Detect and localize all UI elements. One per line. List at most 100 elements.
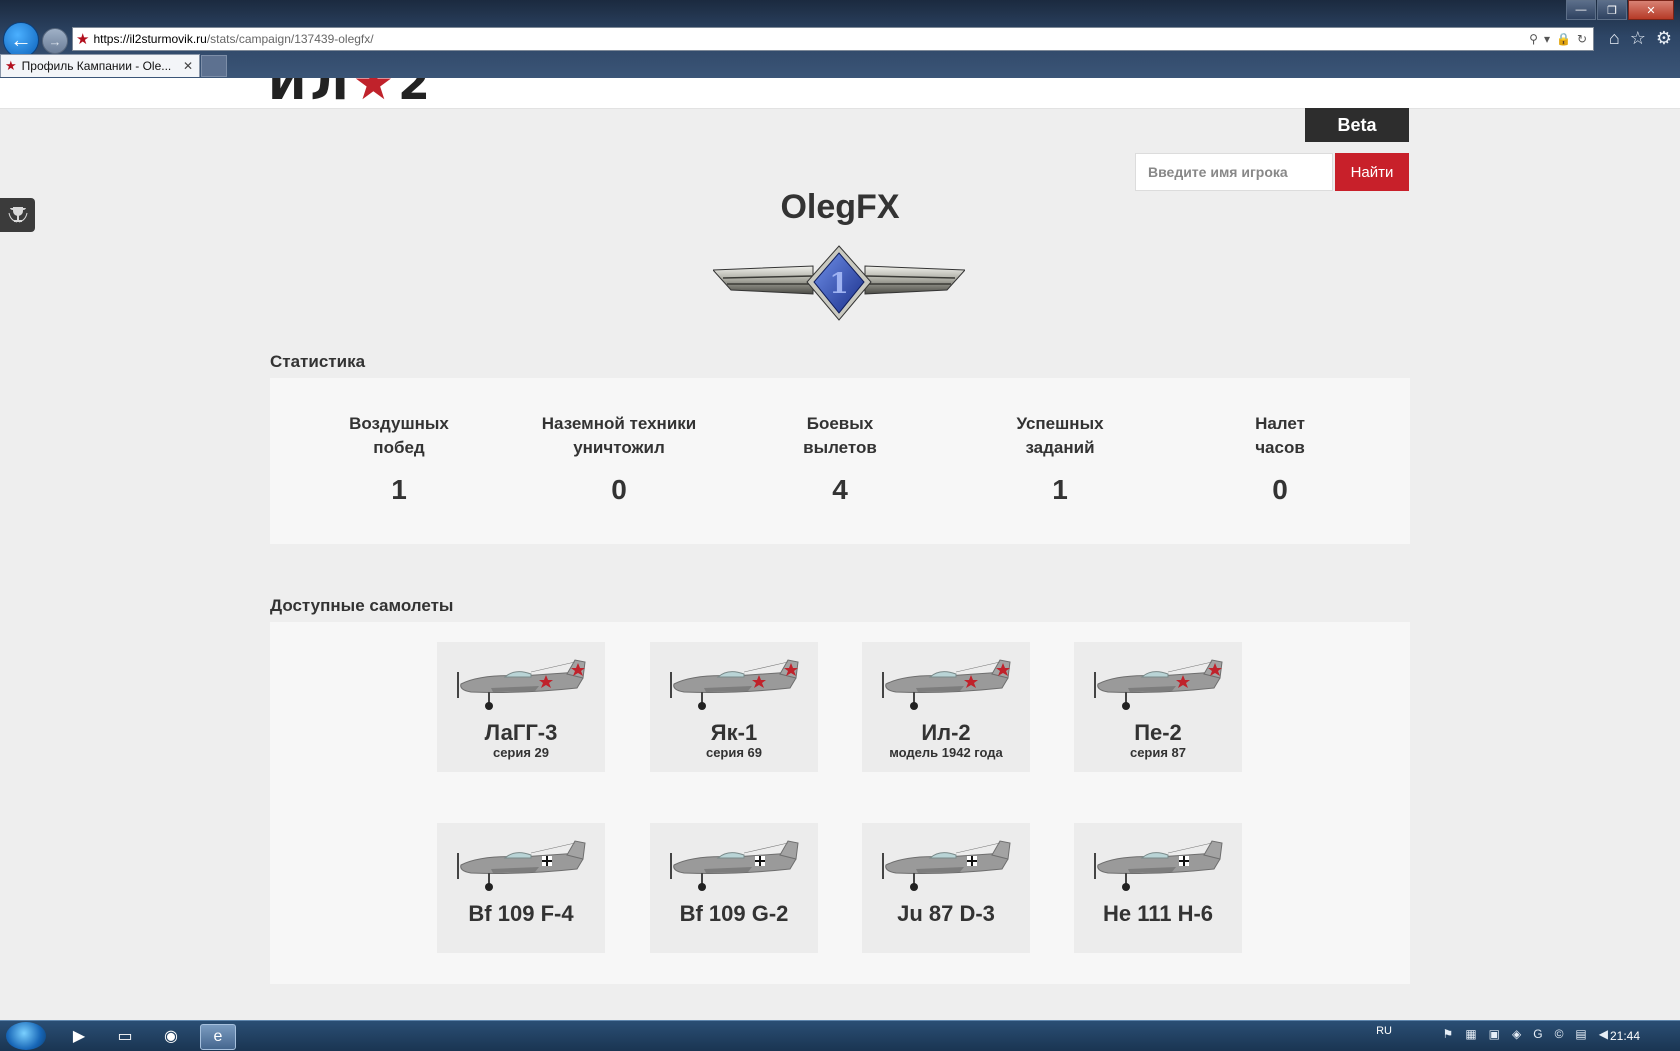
plane-card[interactable]: Bf 109 G-2	[650, 823, 818, 953]
browser-chrome: — ❐ ✕ ← → ★ https://il2sturmovik.ru/stat…	[0, 0, 1680, 80]
rank-number: 1	[829, 267, 848, 300]
landing-gear-wheel	[485, 883, 493, 891]
back-button[interactable]: ←	[3, 22, 39, 58]
landing-gear-wheel	[698, 883, 706, 891]
canopy-shape	[1140, 852, 1169, 859]
plane-card[interactable]: Пе-2 серия 87	[1074, 642, 1242, 772]
stat-label-line2: заданий	[1025, 438, 1095, 457]
browser-toolbar-icons: ⌂ ☆ ⚙	[1609, 28, 1672, 49]
plane-subtitle: серия 69	[705, 745, 763, 760]
stat-label-line1: Воздушных	[349, 414, 449, 433]
stat-label-line1: Боевых	[806, 414, 874, 433]
clock[interactable]: 21:44	[1610, 1029, 1640, 1043]
stat-label: Воздушных побед	[299, 412, 499, 460]
landing-gear-wheel	[910, 702, 918, 710]
address-url[interactable]: https://il2sturmovik.ru/stats/campaign/1…	[93, 32, 1529, 46]
stat-label: Налет часов	[1180, 412, 1380, 460]
nvidia-icon[interactable]: ◈	[1512, 1027, 1521, 1041]
planes-section-title: Доступные самолеты	[270, 596, 454, 615]
settings-gear-icon[interactable]: ⚙	[1656, 28, 1672, 49]
logo-text-right: 2	[397, 78, 434, 109]
stats-section-title: Статистика	[270, 352, 366, 371]
search-icon[interactable]: ⚲	[1529, 32, 1538, 46]
plane-card[interactable]: Bf 109 F-4	[437, 823, 605, 953]
maximize-button[interactable]: ❐	[1597, 0, 1627, 20]
logo-star-icon: ★	[352, 78, 398, 109]
plane-card[interactable]: Ju 87 D-3	[862, 823, 1030, 953]
minimize-button[interactable]: —	[1566, 0, 1596, 20]
new-tab-button[interactable]	[201, 55, 227, 77]
app-tray-icon[interactable]: ▣	[1489, 1027, 1500, 1041]
network-icon[interactable]: ▦	[1465, 1027, 1476, 1041]
url-path: /stats/campaign/137439-olegfx/	[206, 32, 374, 46]
propeller-shape	[670, 853, 672, 879]
plane-image	[882, 659, 1011, 710]
plane-name: He 111 H-6	[1102, 901, 1214, 926]
stat-value: 0	[1272, 474, 1288, 505]
tab-favicon-icon: ★	[5, 58, 17, 73]
home-icon[interactable]: ⌂	[1609, 28, 1620, 49]
stats-panel: Воздушных побед 1 Наземной техники уничтож…	[270, 378, 1410, 544]
canopy-shape	[1140, 671, 1169, 678]
file-explorer-icon[interactable]: ▭	[108, 1024, 142, 1048]
landing-gear-wheel	[485, 702, 493, 710]
close-window-button[interactable]: ✕	[1628, 0, 1674, 20]
stat-value: 1	[1052, 474, 1068, 505]
site-logo[interactable]: ИЛ★2	[268, 78, 434, 109]
landing-gear-wheel	[698, 702, 706, 710]
site-header: ИЛ★2	[0, 78, 1680, 109]
player-search-input[interactable]	[1135, 153, 1333, 191]
cross-insignia-horizontal	[967, 860, 977, 862]
plane-card[interactable]: ЛаГГ-3 серия 29	[437, 642, 605, 772]
favorites-star-icon[interactable]: ☆	[1630, 28, 1646, 49]
search-button[interactable]: Найти	[1335, 153, 1409, 191]
plane-card[interactable]: He 111 H-6	[1074, 823, 1242, 953]
cross-insignia-horizontal	[755, 860, 765, 862]
stat-label-line1: Наземной техники	[541, 414, 697, 433]
plane-card[interactable]: Ил-2 модель 1942 года	[862, 642, 1030, 772]
e-app-icon[interactable]: ©	[1555, 1027, 1564, 1041]
dropdown-icon[interactable]: ▾	[1544, 32, 1550, 46]
stat-label-line2: побед	[373, 438, 425, 457]
stat-label-line2: уничтожил	[573, 438, 665, 457]
media-player-icon[interactable]: ▶	[62, 1024, 96, 1048]
back-arrow-icon: ←	[10, 27, 32, 52]
logo-text-left: ИЛ	[268, 78, 353, 109]
plane-image	[1094, 659, 1223, 710]
forward-button[interactable]: →	[42, 28, 68, 54]
propeller-shape	[882, 853, 884, 879]
display-icon[interactable]: ▤	[1575, 1027, 1586, 1041]
volume-icon[interactable]: ◀	[1599, 1027, 1608, 1041]
antenna-wire	[955, 842, 1001, 854]
antenna-wire	[1167, 661, 1213, 673]
plane-image	[457, 659, 586, 710]
plane-image	[1094, 840, 1223, 891]
chrome-icon[interactable]: ◉	[154, 1024, 188, 1048]
language-indicator[interactable]: RU	[1376, 1025, 1392, 1037]
plane-card[interactable]: Як-1 серия 69	[650, 642, 818, 772]
antenna-wire	[530, 661, 576, 673]
stat-successful-missions: Успешных заданий 1	[960, 412, 1160, 506]
canopy-shape	[928, 671, 957, 678]
site-favicon-icon: ★	[76, 31, 90, 48]
url-host: https://il2sturmovik.ru	[93, 32, 207, 46]
refresh-icon[interactable]: ↻	[1577, 32, 1587, 46]
address-bar[interactable]: ★ https://il2sturmovik.ru/stats/campaign…	[72, 27, 1594, 51]
g-app-icon[interactable]: G	[1533, 1027, 1542, 1041]
canopy-shape	[503, 852, 532, 859]
browser-tab[interactable]: ★ Профиль Кампании - Ole... ✕	[0, 54, 200, 77]
lock-icon[interactable]: 🔒	[1556, 32, 1571, 46]
stat-label-line1: Налет	[1255, 414, 1305, 433]
internet-explorer-icon[interactable]: e	[200, 1024, 236, 1050]
start-button[interactable]	[6, 1022, 46, 1050]
antenna-wire	[743, 661, 789, 673]
landing-gear-wheel	[1122, 883, 1130, 891]
plane-subtitle: серия 87	[1129, 745, 1187, 760]
beta-badge: Beta	[1305, 108, 1409, 142]
stat-value: 4	[832, 474, 848, 505]
tab-close-icon[interactable]: ✕	[183, 59, 193, 73]
stat-value: 0	[611, 474, 627, 505]
flag-icon[interactable]: ⚑	[1443, 1027, 1454, 1041]
propeller-shape	[1094, 853, 1096, 879]
plane-image	[670, 840, 799, 891]
